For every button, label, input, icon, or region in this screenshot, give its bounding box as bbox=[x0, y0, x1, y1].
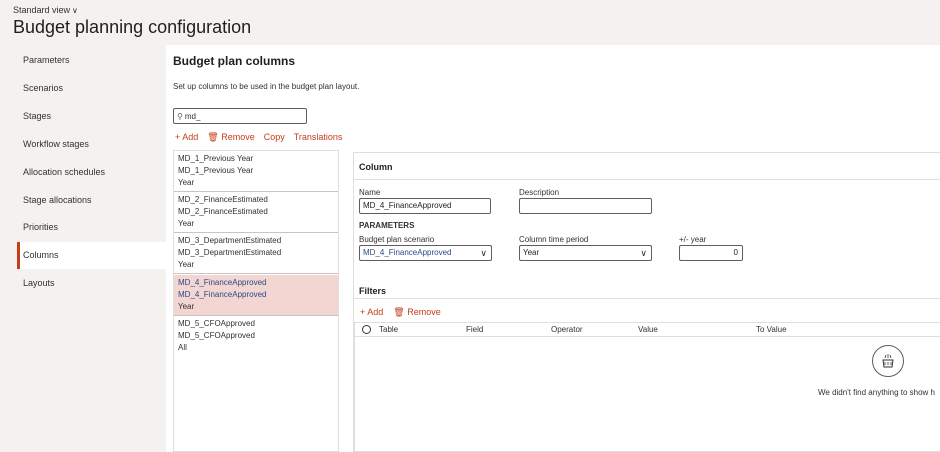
columns-toolbar: + Add 🗑 Remove Copy Translations bbox=[175, 132, 342, 143]
content-card: Parameters Scenarios Stages Workflow sta… bbox=[13, 45, 940, 452]
columns-list: MD_1_Previous Year MD_1_Previous Year Ye… bbox=[173, 150, 339, 452]
search-input[interactable]: ⚲ md_ bbox=[173, 108, 307, 124]
empty-state-text: We didn't find anything to show h bbox=[818, 388, 936, 397]
page-title: Budget planning configuration bbox=[13, 17, 252, 37]
list-item-name: MD_4_FinanceApproved bbox=[178, 278, 267, 287]
list-item-name: MD_5_CFOApproved bbox=[178, 319, 255, 328]
name-label: Name bbox=[359, 188, 381, 197]
filters-grid: Table Field Operator Value To Value We d… bbox=[354, 322, 940, 452]
search-value: md_ bbox=[184, 111, 201, 121]
remove-button[interactable]: 🗑 Remove bbox=[207, 132, 254, 143]
list-item[interactable]: MD_2_FinanceEstimated MD_2_FinanceEstima… bbox=[174, 192, 338, 233]
year-offset-value: 0 bbox=[733, 248, 738, 257]
description-field[interactable] bbox=[519, 198, 652, 214]
list-item-description: MD_1_Previous Year bbox=[178, 166, 254, 175]
section-title: Budget plan columns bbox=[173, 54, 296, 68]
period-value: Year bbox=[523, 248, 540, 257]
filter-add-label: Add bbox=[367, 307, 384, 317]
list-item-period: Year bbox=[178, 260, 195, 269]
add-label: Add bbox=[182, 132, 199, 142]
select-all-radio[interactable] bbox=[362, 325, 371, 334]
list-item-name: MD_3_DepartmentEstimated bbox=[178, 236, 282, 245]
year-offset-field[interactable]: 0 bbox=[679, 245, 743, 261]
main-panel: Budget plan columns Set up columns to be… bbox=[173, 45, 940, 452]
filter-remove-button[interactable]: 🗑 Remove bbox=[393, 307, 440, 318]
scenario-dropdown[interactable]: MD_4_FinanceApproved ∨ bbox=[359, 245, 492, 261]
trash-icon: 🗑 bbox=[207, 132, 222, 142]
nav-item-layouts[interactable]: Layouts bbox=[17, 270, 166, 297]
detail-header: Column bbox=[354, 152, 940, 180]
col-header-to-value[interactable]: To Value bbox=[756, 325, 787, 334]
list-item-period: Year bbox=[178, 302, 195, 311]
filters-title: Filters bbox=[359, 286, 387, 296]
filters-divider bbox=[354, 298, 940, 299]
chevron-down-icon: ∨ bbox=[480, 248, 487, 258]
list-item[interactable]: MD_1_Previous Year MD_1_Previous Year Ye… bbox=[174, 151, 338, 192]
left-nav: Parameters Scenarios Stages Workflow sta… bbox=[13, 45, 166, 452]
nav-item-workflow-stages[interactable]: Workflow stages bbox=[17, 131, 166, 158]
list-item-name: MD_2_FinanceEstimated bbox=[178, 195, 268, 204]
year-label: +/- year bbox=[679, 235, 707, 244]
remove-label: Remove bbox=[221, 132, 255, 142]
col-header-field[interactable]: Field bbox=[466, 325, 483, 334]
nav-item-scenarios[interactable]: Scenarios bbox=[17, 75, 166, 102]
col-header-value[interactable]: Value bbox=[638, 325, 658, 334]
nav-item-priorities[interactable]: Priorities bbox=[17, 214, 166, 241]
nav-item-columns[interactable]: Columns bbox=[17, 242, 166, 269]
scenario-label: Budget plan scenario bbox=[359, 235, 435, 244]
list-item-description: MD_2_FinanceEstimated bbox=[178, 207, 268, 216]
trash-icon: 🗑 bbox=[393, 307, 408, 317]
list-item-period: All bbox=[178, 343, 187, 352]
list-item-period: Year bbox=[178, 219, 195, 228]
search-icon: ⚲ bbox=[177, 111, 183, 121]
filters-toolbar: + Add 🗑 Remove bbox=[360, 307, 441, 318]
list-item-period: Year bbox=[178, 178, 195, 187]
chevron-down-icon: ∨ bbox=[72, 6, 78, 15]
parameters-heading: PARAMETERS bbox=[359, 221, 415, 230]
section-description: Set up columns to be used in the budget … bbox=[173, 82, 360, 91]
list-item-description: MD_3_DepartmentEstimated bbox=[178, 248, 282, 257]
filter-add-button[interactable]: + Add bbox=[360, 307, 383, 318]
period-label: Column time period bbox=[519, 235, 589, 244]
list-item[interactable]: MD_3_DepartmentEstimated MD_3_Department… bbox=[174, 233, 338, 274]
list-item-name: MD_1_Previous Year bbox=[178, 154, 254, 163]
copy-button[interactable]: Copy bbox=[264, 132, 285, 143]
translations-button[interactable]: Translations bbox=[294, 132, 343, 143]
col-header-operator[interactable]: Operator bbox=[551, 325, 583, 334]
nav-item-parameters[interactable]: Parameters bbox=[17, 47, 166, 74]
filter-remove-label: Remove bbox=[407, 307, 441, 317]
scenario-value: MD_4_FinanceApproved bbox=[363, 248, 452, 257]
standard-view-selector[interactable]: Standard view ∨ bbox=[13, 5, 78, 15]
description-label: Description bbox=[519, 188, 560, 197]
list-item-description: MD_4_FinanceApproved bbox=[178, 290, 267, 299]
grid-header: Table Field Operator Value To Value bbox=[355, 323, 940, 337]
chevron-down-icon: ∨ bbox=[640, 248, 647, 258]
add-button[interactable]: + Add bbox=[175, 132, 198, 143]
column-detail-pane: Column Name MD_4_FinanceApproved Descrip… bbox=[353, 152, 940, 452]
list-item-selected[interactable]: MD_4_FinanceApproved MD_4_FinanceApprove… bbox=[174, 275, 338, 316]
period-dropdown[interactable]: Year ∨ bbox=[519, 245, 652, 261]
empty-state-icon bbox=[872, 345, 904, 377]
col-header-table[interactable]: Table bbox=[379, 325, 398, 334]
list-item-description: MD_5_CFOApproved bbox=[178, 331, 255, 340]
nav-item-stages[interactable]: Stages bbox=[17, 103, 166, 130]
nav-item-stage-allocations[interactable]: Stage allocations bbox=[17, 187, 166, 214]
nav-item-allocation-schedules[interactable]: Allocation schedules bbox=[17, 159, 166, 186]
view-label: Standard view bbox=[13, 5, 71, 15]
name-field[interactable]: MD_4_FinanceApproved bbox=[359, 198, 491, 214]
list-item[interactable]: MD_5_CFOApproved MD_5_CFOApproved All bbox=[174, 316, 338, 357]
